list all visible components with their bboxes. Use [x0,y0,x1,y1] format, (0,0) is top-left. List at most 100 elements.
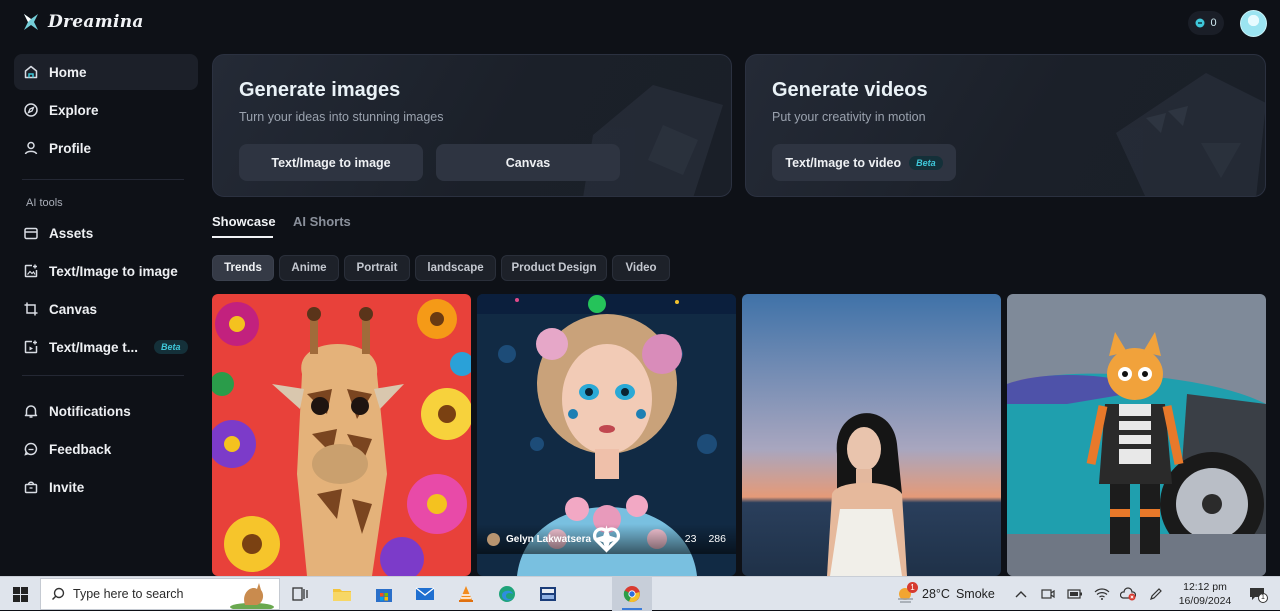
card-title: Generate images [239,79,401,101]
image-plus-icon [22,262,40,280]
sidebar-item-notifications[interactable]: Notifications [14,393,198,429]
sidebar-item-text-image-to-video[interactable]: Text/Image t... Beta [14,329,198,365]
credits-badge[interactable]: 0 [1188,11,1224,35]
sidebar-item-invite[interactable]: Invite [14,469,198,505]
windows-logo-icon [12,586,28,602]
task-view-button[interactable] [280,577,320,611]
next-image-preview [477,294,736,314]
sparkle-icon [592,525,621,553]
tools-nav: Assets Text/Image to image Canvas Text/I… [14,215,198,367]
sidebar-item-home[interactable]: Home [14,54,198,90]
sidebar-item-label: Notifications [49,403,131,419]
sidebar-item-explore[interactable]: Explore [14,92,198,128]
chat-icon [22,440,40,458]
avatar[interactable] [1240,10,1267,37]
card-title: Generate videos [772,79,928,101]
news-app-icon [540,587,556,601]
sidebar-item-label: Text/Image to image [49,263,178,279]
filter-chip-portrait[interactable]: Portrait [344,255,410,281]
button-label: Text/Image to video [785,155,902,170]
folder-icon [333,589,351,601]
filter-chip-video[interactable]: Video [612,255,670,281]
notification-count: 1 [1258,593,1268,603]
tray-wifi[interactable] [1089,577,1115,611]
generate-videos-card: Generate videos Put your creativity in m… [745,54,1266,197]
generate-images-card: Generate images Turn your ideas into stu… [212,54,732,197]
battery-icon [1067,589,1082,599]
taskbar-file-explorer[interactable] [322,577,362,611]
clock-time: 12:12 pm [1183,581,1227,593]
gallery-tile-doll-portrait[interactable]: Gelyn Lakwatsera 23 286 [477,294,736,576]
sidebar: Dreamina Home Explore Profile AI tools A… [0,0,200,576]
edge-browser-icon [499,586,515,602]
taskbar-store[interactable] [364,577,404,611]
beta-badge: Beta [909,155,943,170]
sidebar-item-label: Explore [49,102,99,118]
sidebar-divider [22,179,184,180]
sidebar-item-feedback[interactable]: Feedback [14,431,198,467]
start-button[interactable] [0,577,40,611]
sidebar-item-label: Home [49,64,87,80]
bottom-nav: Notifications Feedback Invite [14,393,198,507]
taskbar-chrome[interactable] [612,577,652,611]
vlc-cone-icon [459,586,473,602]
decorative-play-icon [1116,73,1265,196]
tray-network-alert[interactable] [1115,577,1141,611]
taskbar-mail[interactable] [405,577,445,611]
filter-chip-landscape[interactable]: landscape [415,255,496,281]
sidebar-divider [22,375,184,376]
tray-battery[interactable] [1062,577,1088,611]
windows-taskbar: Type here to search 1 28°C Smoke 12:12 p… [0,576,1280,611]
filter-chip-anime[interactable]: Anime [279,255,339,281]
ai-tools-section-label: AI tools [26,197,63,209]
tray-overflow-button[interactable] [1008,577,1034,611]
weather-temperature: 28°C [922,587,950,601]
app-window: Dreamina Home Explore Profile AI tools A… [0,0,1280,576]
search-placeholder: Type here to search [73,587,184,601]
sidebar-item-label: Canvas [49,301,98,317]
mail-icon [415,587,435,600]
sidebar-item-assets[interactable]: Assets [14,215,198,251]
active-tab-indicator [212,236,273,238]
card-subtitle: Turn your ideas into stunning images [239,110,444,124]
meet-camera-icon [1041,589,1055,599]
tray-meet-now[interactable] [1035,577,1061,611]
sidebar-item-profile[interactable]: Profile [14,130,198,166]
remix-stat[interactable]: 286 [592,525,726,553]
credit-coin-icon [1195,18,1205,28]
gallery-tile-giraffe[interactable] [212,294,471,576]
crop-icon [22,300,40,318]
app-name: Dreamina [48,12,144,32]
logo[interactable]: Dreamina [22,12,144,32]
sidebar-item-text-image-to-image[interactable]: Text/Image to image [14,253,198,289]
pen-icon [1150,588,1162,600]
video-plus-icon [22,338,40,356]
tray-pen[interactable] [1143,577,1169,611]
home-icon [22,63,40,81]
taskbar-edge[interactable] [487,577,527,611]
taskbar-search-box[interactable]: Type here to search [40,578,280,610]
sidebar-item-label: Invite [49,479,85,495]
taskbar-clock[interactable]: 12:12 pm 16/09/2024 [1172,580,1238,608]
tab-showcase[interactable]: Showcase [212,214,276,229]
taskbar-vlc[interactable] [446,577,486,611]
weather-condition: Smoke [955,587,995,601]
taskbar-news-app[interactable] [528,577,568,611]
text-image-to-video-button[interactable]: Text/Image to video Beta [772,144,956,181]
sidebar-item-label: Profile [49,140,92,156]
user-icon [22,139,40,157]
canvas-button[interactable]: Canvas [436,144,620,181]
text-image-to-image-button[interactable]: Text/Image to image [239,144,423,181]
sidebar-item-label: Feedback [49,441,112,457]
sidebar-item-label: Text/Image t... [49,339,139,355]
gallery-tile-cat-car[interactable] [1007,294,1266,576]
weather-widget[interactable]: 1 28°C Smoke [896,577,995,611]
tab-ai-shorts[interactable]: AI Shorts [293,214,351,229]
filter-chip-product-design[interactable]: Product Design [501,255,607,281]
action-center-button[interactable]: 1 [1244,577,1270,611]
beach-portrait-artwork [742,294,1001,576]
filter-chip-trends[interactable]: Trends [212,255,274,281]
gallery-tile-beach-portrait[interactable] [742,294,1001,576]
sidebar-item-canvas[interactable]: Canvas [14,291,198,327]
credits-count: 0 [1210,17,1217,29]
